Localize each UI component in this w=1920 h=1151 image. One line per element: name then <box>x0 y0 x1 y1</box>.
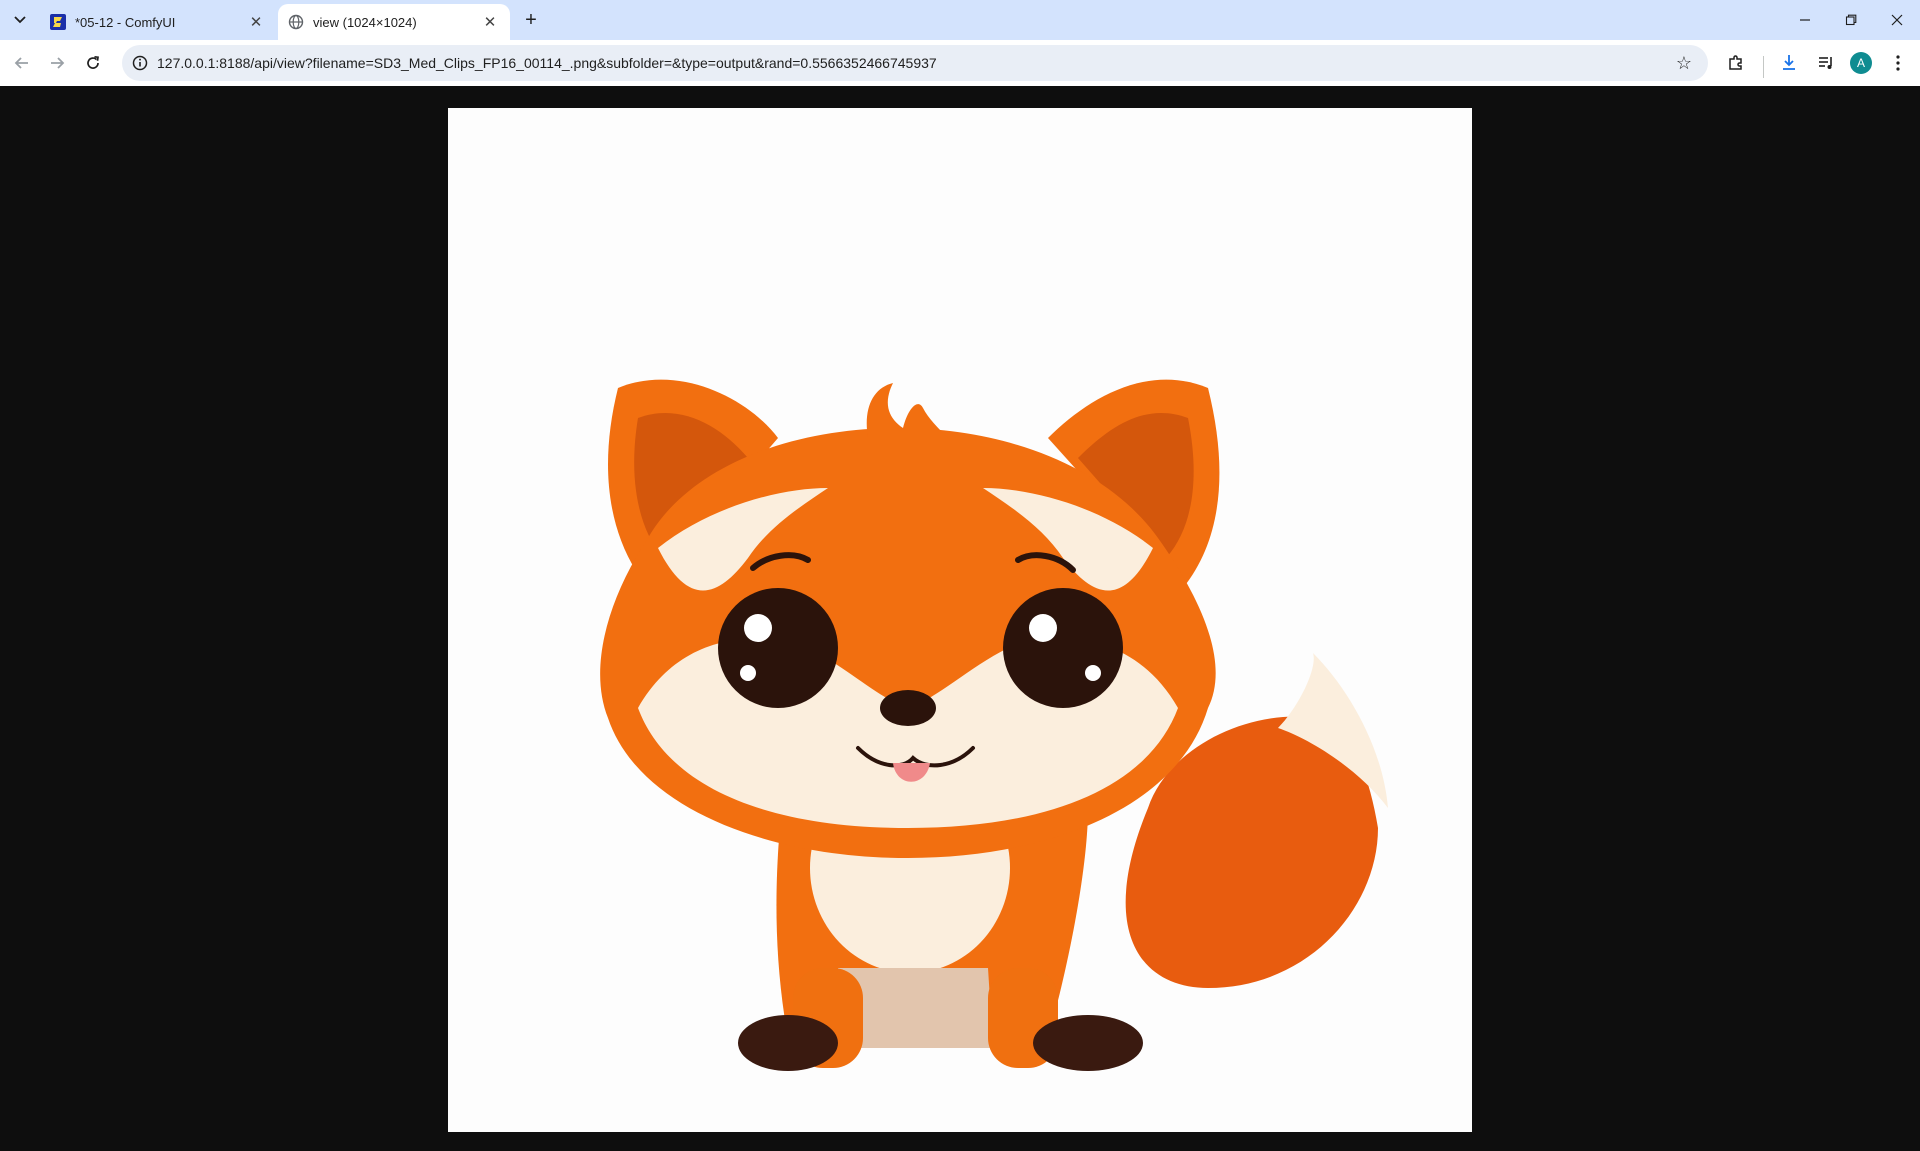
reload-icon[interactable] <box>78 48 108 78</box>
tab-title: *05-12 - ComfyUI <box>75 14 176 30</box>
comfyui-logo-icon <box>50 14 66 30</box>
tab-comfyui[interactable]: *05-12 - ComfyUI ✕ <box>40 4 276 40</box>
downloads-icon[interactable] <box>1774 48 1804 78</box>
globe-icon <box>288 14 304 30</box>
back-arrow-icon[interactable] <box>7 48 37 78</box>
address-url[interactable]: 127.0.0.1:8188/api/view?filename=SD3_Med… <box>157 45 937 81</box>
restore-icon[interactable] <box>1828 0 1874 40</box>
forward-arrow-icon[interactable] <box>42 48 72 78</box>
tab-close-icon[interactable]: ✕ <box>480 12 500 32</box>
site-info-icon[interactable] <box>130 53 150 73</box>
fox-image <box>448 108 1472 1132</box>
tab-view-image[interactable]: view (1024×1024) ✕ <box>278 4 510 40</box>
bookmark-star-icon[interactable]: ☆ <box>1672 51 1696 75</box>
new-tab-plus-icon[interactable]: + <box>519 8 543 32</box>
toolbar-divider <box>1763 56 1764 78</box>
extensions-puzzle-icon[interactable] <box>1721 48 1751 78</box>
minimize-icon[interactable] <box>1782 0 1828 40</box>
close-window-icon[interactable] <box>1874 0 1920 40</box>
image-viewer <box>448 108 1472 1132</box>
media-controls-icon[interactable] <box>1811 48 1841 78</box>
address-bar[interactable]: 127.0.0.1:8188/api/view?filename=SD3_Med… <box>122 45 1708 81</box>
profile-avatar[interactable]: A <box>1850 52 1872 74</box>
menu-kebab-icon[interactable] <box>1883 48 1913 78</box>
browser-toolbar: 127.0.0.1:8188/api/view?filename=SD3_Med… <box>0 40 1920 86</box>
tab-title: view (1024×1024) <box>313 14 417 30</box>
tab-close-icon[interactable]: ✕ <box>246 12 266 32</box>
tab-strip: *05-12 - ComfyUI ✕ view (1024×1024) ✕ + <box>0 0 1920 40</box>
tab-search-chevron-icon[interactable] <box>6 8 34 32</box>
